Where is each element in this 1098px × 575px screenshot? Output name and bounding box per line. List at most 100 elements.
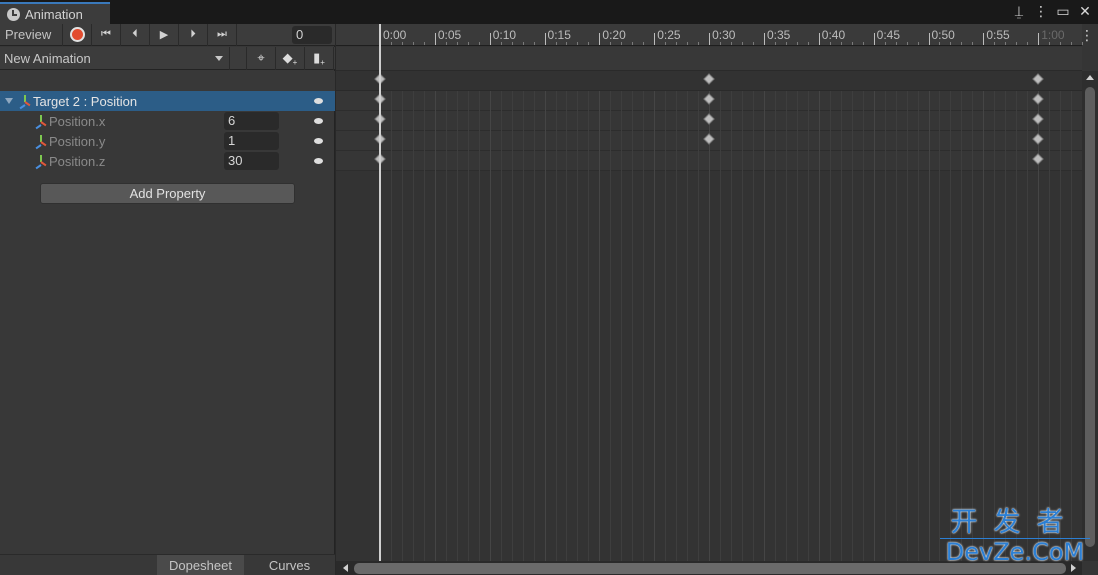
horizontal-scrollbar[interactable] [336, 561, 1082, 575]
add-event-icon: ▮ [313, 50, 321, 65]
ruler-major-tick [654, 33, 656, 45]
add-event-button[interactable]: ▮ + [305, 46, 334, 70]
maximize-icon[interactable]: ▭ [1056, 3, 1070, 20]
ruler-minor-tick [467, 42, 469, 45]
tab-curves[interactable]: Curves [246, 555, 333, 575]
foldout-arrow-icon[interactable] [5, 98, 13, 104]
record-icon [69, 27, 85, 42]
grid-line-minor [665, 91, 667, 561]
playhead[interactable] [379, 24, 381, 561]
tab-animation[interactable]: Animation [0, 2, 110, 24]
ruler-tick-label: 0:10 [492, 28, 517, 42]
scroll-up-icon[interactable] [1086, 75, 1094, 80]
ruler-minor-tick [676, 42, 678, 45]
grid-line-minor [1049, 91, 1051, 561]
grid-line-minor [972, 91, 974, 561]
ruler-tick-label: 0:55 [986, 28, 1010, 42]
ruler-minor-tick [840, 42, 842, 45]
ruler-minor-tick [752, 42, 754, 45]
play-button[interactable]: ▶ [150, 23, 179, 46]
filter-by-selection-button[interactable]: ⌖ [247, 46, 276, 70]
grid-line-minor [851, 91, 853, 561]
ruler-minor-tick [566, 42, 568, 45]
grid-line-minor [1071, 91, 1073, 561]
next-keyframe-button[interactable]: ⏵ [179, 23, 208, 46]
vertical-scroll-thumb[interactable] [1085, 87, 1095, 547]
add-keyframe-button[interactable]: ◆ + [276, 46, 305, 70]
ruler-major-tick [873, 33, 875, 45]
grid-line-minor [895, 91, 897, 561]
close-icon[interactable]: ✕ [1078, 3, 1092, 20]
transform-axis-icon [34, 155, 47, 170]
property-group-row[interactable]: Target 2 : Position [0, 91, 335, 111]
record-button[interactable] [63, 23, 92, 46]
ruler-minor-tick [533, 42, 535, 45]
property-value-input[interactable]: 30 [224, 152, 279, 170]
grid-line-minor [742, 91, 743, 561]
timeline-menu-icon[interactable]: ⋮ [1080, 27, 1094, 44]
add-property-button[interactable]: Add Property [40, 183, 295, 204]
ruler-minor-tick [577, 42, 579, 45]
keyframe-options-icon[interactable] [314, 118, 323, 124]
clip-dropdown[interactable]: New Animation [0, 46, 230, 70]
keyframe-options-icon[interactable] [314, 138, 323, 144]
property-row-position-x[interactable]: Position.x 6 [0, 111, 335, 131]
grid-line [599, 91, 601, 561]
ruler-tick-label: 1:00 [1041, 28, 1065, 42]
time-ruler[interactable]: 0:00 0:05 0:10 0:15 0:20 0:25 0:30 0:35 0:40 0:45… [336, 24, 1084, 46]
ruler-major-tick [1038, 33, 1040, 45]
lock-icon[interactable]: ⍊ [1012, 3, 1026, 20]
ruler-major-tick [818, 33, 820, 45]
add-keyframe-icon: ◆ [282, 50, 293, 65]
property-row-position-y[interactable]: Position.y 1 [0, 131, 335, 151]
grid-line-minor [676, 91, 678, 561]
ruler-minor-tick [742, 42, 743, 45]
grid-line-minor [423, 91, 425, 561]
dopesheet-timeline[interactable]: 0:00 0:05 0:10 0:15 0:20 0:25 0:30 0:35 0:40 0:45… [336, 24, 1098, 575]
grid-line-minor [840, 91, 842, 561]
ruler-minor-tick [774, 42, 776, 45]
ruler-major-tick [599, 33, 601, 45]
keyframe-options-icon[interactable] [314, 98, 323, 104]
property-row-position-z[interactable]: Position.z 30 [0, 151, 335, 171]
ruler-minor-tick [785, 42, 787, 45]
scroll-right-icon[interactable] [1071, 564, 1076, 572]
tab-title: Animation [25, 6, 83, 22]
ruler-minor-tick [939, 42, 941, 45]
ruler-minor-tick [851, 42, 853, 45]
property-value-input[interactable]: 1 [224, 132, 279, 150]
window-controls: ⍊ ⋮ ▭ ✕ [1012, 3, 1092, 20]
ruler-major-tick [489, 33, 491, 45]
keyframe-options-icon[interactable] [314, 158, 323, 164]
horizontal-scroll-thumb[interactable] [354, 563, 1066, 574]
vertical-scrollbar[interactable] [1082, 71, 1098, 561]
event-lane[interactable] [336, 47, 1082, 71]
grid-line-minor [961, 91, 963, 561]
playback-toolbar: Preview ⏮ ⏴ ▶ ⏵ ⏭ 0 [0, 23, 335, 46]
last-keyframe-button[interactable]: ⏭ [208, 23, 237, 46]
first-keyframe-button[interactable]: ⏮ [92, 23, 121, 46]
grid-line-minor [829, 91, 831, 561]
ruler-minor-tick [522, 42, 524, 45]
grid-line-minor [720, 91, 722, 561]
property-label: Position.z [49, 153, 106, 169]
grid-line-minor [632, 91, 634, 561]
kebab-menu-icon[interactable]: ⋮ [1034, 3, 1048, 20]
tab-dopesheet[interactable]: Dopesheet [157, 555, 244, 575]
ruler-minor-tick [698, 42, 700, 45]
grid-line-minor [785, 91, 787, 561]
grid-line [928, 91, 930, 561]
ruler-tick-label: 0:25 [657, 28, 681, 42]
grid-line-minor [687, 91, 689, 561]
prev-keyframe-button[interactable]: ⏴ [121, 23, 150, 46]
ruler-minor-tick [1071, 42, 1073, 45]
grid-line-minor [1016, 91, 1018, 561]
scroll-left-icon[interactable] [343, 564, 348, 572]
frame-input[interactable]: 0 [292, 26, 332, 44]
ruler-minor-tick [423, 42, 425, 45]
preview-button[interactable]: Preview [0, 23, 63, 46]
ruler-minor-tick [1027, 42, 1029, 45]
property-value-input[interactable]: 6 [224, 112, 279, 130]
property-panel: Preview ⏮ ⏴ ▶ ⏵ ⏭ 0 New Animation ⌖ ◆ + ▮… [0, 23, 335, 575]
ruler-minor-tick [555, 42, 557, 45]
